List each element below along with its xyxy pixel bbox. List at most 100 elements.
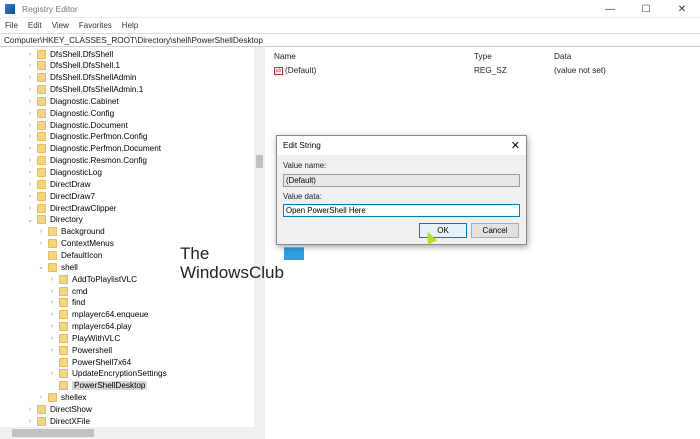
tree-item-label: mplayerc64.play (72, 322, 132, 332)
tree-item-label: Diagnostic.Document (50, 120, 128, 130)
tree-item-label: Diagnostic.Perfmon.Config (50, 132, 148, 142)
folder-icon (37, 215, 46, 225)
tree-item[interactable]: PowerShellDesktop (48, 380, 148, 392)
column-data[interactable]: Data (554, 52, 571, 61)
folder-icon (59, 333, 68, 343)
chevron-right-icon[interactable]: › (48, 370, 56, 377)
menu-file[interactable]: File (0, 21, 23, 30)
tree-item-label: Background (61, 227, 105, 237)
chevron-right-icon[interactable]: › (37, 228, 45, 235)
chevron-right-icon[interactable]: › (26, 110, 34, 117)
tree-item[interactable]: › DirectDraw (26, 178, 91, 190)
tree-item[interactable]: › mplayerc64.play (48, 321, 132, 333)
chevron-right-icon[interactable]: › (26, 62, 34, 69)
tree-item-label: DfsShell.DfsShellAdmin (50, 73, 137, 83)
tree-item[interactable]: › Diagnostic.Perfmon.Config (26, 131, 147, 143)
tree-item[interactable]: › DirectXFile (26, 415, 90, 427)
column-type[interactable]: Type (474, 52, 492, 61)
tree-item[interactable]: › DfsShell.DfsShell (26, 48, 113, 60)
tree-item[interactable]: › Diagnostic.Config (26, 107, 114, 119)
chevron-down-icon[interactable]: ⌄ (37, 263, 45, 271)
folder-icon (37, 191, 46, 201)
chevron-down-icon[interactable]: ⌄ (26, 216, 34, 224)
tree-item[interactable]: ⌄ Directory (26, 214, 83, 226)
menu-bar: File Edit View Favorites Help (0, 18, 143, 33)
dialog-close-icon[interactable]: ✕ (511, 139, 520, 152)
maximize-button[interactable]: ☐ (628, 0, 664, 18)
minimize-button[interactable]: — (592, 0, 628, 18)
cancel-button[interactable]: Cancel (471, 223, 519, 238)
chevron-right-icon[interactable]: › (26, 157, 34, 164)
tree-vertical-scrollbar[interactable] (254, 47, 265, 427)
tree-item[interactable]: › Diagnostic.Document (26, 119, 128, 131)
folder-icon (59, 310, 68, 320)
chevron-right-icon[interactable]: › (26, 51, 34, 58)
chevron-right-icon[interactable]: › (48, 276, 56, 283)
tree-item[interactable]: › DfsShell.DfsShell.1 (26, 60, 120, 72)
menu-favorites[interactable]: Favorites (74, 21, 117, 30)
tree-item[interactable]: › DirectDrawClipper (26, 202, 116, 214)
folder-icon (48, 227, 57, 237)
chevron-right-icon[interactable]: › (48, 335, 56, 342)
tree-item[interactable]: › DfsShell.DfsShellAdmin.1 (26, 84, 143, 96)
folder-icon (59, 381, 68, 391)
tree-item[interactable]: › cmd (48, 285, 87, 297)
tree-item[interactable]: › ContextMenus (37, 238, 114, 250)
folder-icon (37, 405, 46, 414)
tree-item[interactable]: › DiagnosticLog (26, 167, 102, 179)
tree-item[interactable]: DefaultIcon (37, 249, 102, 261)
chevron-right-icon[interactable]: › (48, 299, 56, 306)
tree-scroll-thumb[interactable] (256, 155, 263, 168)
tree-item[interactable]: PowerShell7x64 (48, 356, 131, 368)
chevron-right-icon[interactable]: › (37, 394, 45, 401)
chevron-right-icon[interactable]: › (26, 193, 34, 200)
value-data-input[interactable]: Open PowerShell Here (283, 204, 520, 217)
chevron-right-icon[interactable]: › (26, 86, 34, 93)
chevron-right-icon[interactable]: › (26, 98, 34, 105)
tree-item[interactable]: › Diagnostic.Resmon.Config (26, 155, 147, 167)
tree-item[interactable]: ⌄ shell (37, 261, 78, 273)
chevron-right-icon[interactable]: › (26, 133, 34, 140)
tree-item[interactable]: › Diagnostic.Perfmon.Document (26, 143, 161, 155)
tree-item[interactable]: › shellex (37, 392, 87, 404)
tree-item[interactable]: › Diagnostic.Cabinet (26, 95, 119, 107)
tree-item-label: PowerShellDesktop (72, 381, 148, 391)
value-data-label: Value data: (283, 192, 322, 201)
watermark: The WindowsClub (180, 244, 284, 282)
tree-item[interactable]: › mplayerc64.enqueue (48, 309, 148, 321)
tree-item[interactable]: › UpdateEncryptionSettings (48, 368, 167, 380)
chevron-right-icon[interactable]: › (26, 74, 34, 81)
folder-icon (37, 144, 46, 154)
column-name[interactable]: Name (274, 52, 296, 61)
chevron-right-icon[interactable]: › (26, 145, 34, 152)
chevron-right-icon[interactable]: › (26, 169, 34, 176)
chevron-right-icon[interactable]: › (26, 406, 34, 413)
menu-view[interactable]: View (47, 21, 74, 30)
tree-item[interactable]: › Powershell (48, 344, 112, 356)
tree-item-label: DfsShell.DfsShellAdmin.1 (50, 85, 144, 95)
chevron-right-icon[interactable]: › (37, 240, 45, 247)
folder-icon (37, 96, 46, 106)
close-button[interactable]: ✕ (664, 0, 700, 18)
menu-help[interactable]: Help (117, 21, 143, 30)
tree-item[interactable]: › DirectDraw7 (26, 190, 95, 202)
tree-item[interactable]: › Background (37, 226, 105, 238)
tree-item[interactable]: › find (48, 297, 85, 309)
chevron-right-icon[interactable]: › (48, 311, 56, 318)
tree-item-label: cmd (72, 286, 88, 296)
address-bar[interactable]: Computer\HKEY_CLASSES_ROOT\Directory\she… (0, 33, 700, 47)
chevron-right-icon[interactable]: › (26, 205, 34, 212)
menu-edit[interactable]: Edit (23, 21, 47, 30)
tree-item[interactable]: › AddToPlaylistVLC (48, 273, 137, 285)
chevron-right-icon[interactable]: › (48, 347, 56, 354)
tree-item-label: Diagnostic.Resmon.Config (50, 156, 147, 166)
tree-item[interactable]: › PlayWithVLC (48, 332, 120, 344)
chevron-right-icon[interactable]: › (26, 181, 34, 188)
tree-item[interactable]: › DfsShell.DfsShellAdmin (26, 72, 136, 84)
chevron-right-icon[interactable]: › (48, 323, 56, 330)
chevron-right-icon[interactable]: › (26, 122, 34, 129)
chevron-right-icon[interactable]: › (48, 288, 56, 295)
chevron-right-icon[interactable]: › (26, 418, 34, 425)
tree-item[interactable]: › DirectShow (26, 404, 92, 416)
tree-hscroll-thumb[interactable] (12, 429, 94, 437)
